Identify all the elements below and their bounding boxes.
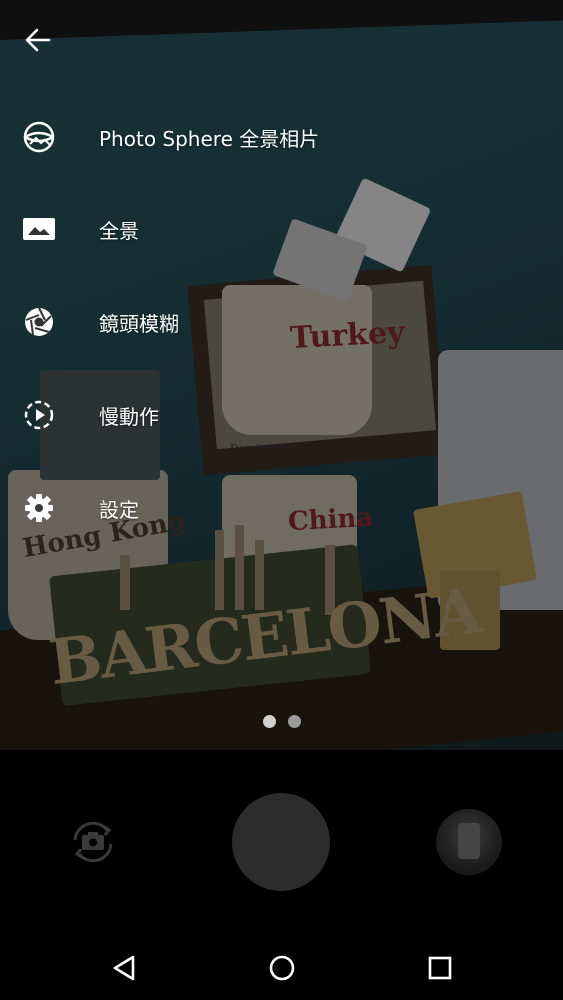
page-indicator	[0, 715, 563, 731]
page-dot[interactable]	[287, 715, 301, 728]
settings-gear-icon	[20, 489, 58, 527]
menu-item-label: Photo Sphere 全景相片	[99, 126, 320, 151]
shutter-button[interactable]	[232, 793, 330, 891]
switch-camera-button[interactable]	[63, 812, 123, 872]
camera-screen: Turkey Hong Kong China Demitasse BARCELO…	[0, 0, 563, 1000]
photo-sphere-icon	[20, 118, 58, 156]
switch-camera-icon	[73, 821, 113, 863]
menu-item-label: 設定	[99, 497, 139, 522]
menu-item-photo-sphere[interactable]: Photo Sphere 全景相片	[0, 107, 400, 167]
nav-home-icon	[269, 955, 295, 981]
menu-item-slow-motion[interactable]: 慢動作	[0, 385, 400, 445]
nav-back-icon	[113, 955, 135, 981]
last-photo-thumbnail[interactable]	[436, 809, 502, 875]
panorama-icon	[20, 210, 58, 248]
slow-motion-icon	[20, 396, 58, 434]
nav-recents-icon	[428, 956, 452, 980]
menu-item-label: 慢動作	[99, 404, 159, 429]
back-button[interactable]	[18, 20, 58, 60]
menu-item-settings[interactable]: 設定	[0, 478, 400, 538]
menu-item-label: 鏡頭模糊	[99, 311, 179, 336]
page-dot-active[interactable]	[262, 715, 276, 728]
arrow-left-icon	[25, 28, 51, 52]
nav-recents-button[interactable]	[420, 948, 460, 988]
thumbnail-figure	[458, 823, 480, 859]
menu-item-panorama[interactable]: 全景	[0, 199, 400, 259]
menu-item-lens-blur[interactable]: 鏡頭模糊	[0, 292, 400, 352]
menu-item-label: 全景	[99, 218, 139, 243]
nav-home-button[interactable]	[262, 948, 302, 988]
nav-back-button[interactable]	[104, 948, 144, 988]
lens-blur-icon	[20, 303, 58, 341]
